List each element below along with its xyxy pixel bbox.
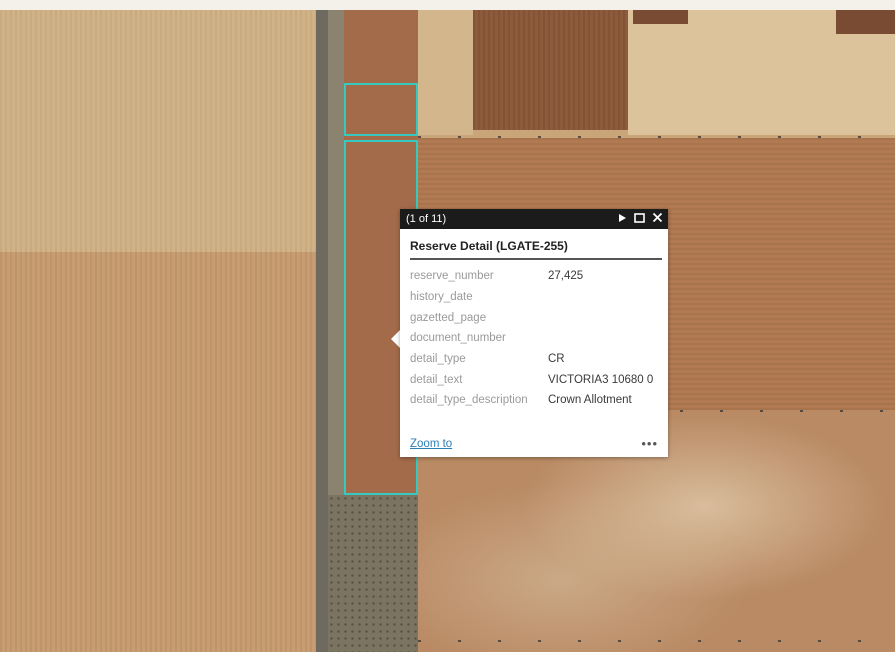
attribute-table: reserve_number 27,425 history_date gazetted…	[410, 266, 653, 411]
attribute-key: reserve_number	[410, 270, 494, 283]
top-edge-strip	[0, 0, 895, 10]
next-feature-icon[interactable]	[618, 213, 627, 226]
popup-titlebar: (1 of 11)	[400, 209, 668, 229]
popup-title: Reserve Detail (LGATE-255)	[410, 239, 662, 260]
attribute-key: detail_type	[410, 353, 466, 366]
more-actions-icon[interactable]: •••	[641, 436, 658, 451]
attribute-row: detail_type CR	[410, 349, 653, 370]
attribute-value: 27,425	[548, 270, 584, 283]
attribute-value	[548, 328, 653, 349]
field-dark-right-small	[633, 10, 688, 24]
attribute-key: document_number	[410, 332, 506, 345]
field-dark-right-top	[836, 10, 895, 34]
attribute-key: gazetted_page	[410, 311, 487, 324]
attribute-value: CR	[548, 353, 565, 366]
field-dark-top	[473, 0, 628, 130]
field-top-center	[418, 0, 473, 135]
bush-block	[328, 495, 418, 652]
attribute-key: detail_type_description	[410, 394, 528, 407]
attribute-key: detail_text	[410, 373, 463, 386]
fence-line	[680, 410, 895, 412]
attribute-value	[548, 307, 653, 328]
attribute-value: Crown Allotment	[548, 394, 632, 407]
highlighted-parcel-small[interactable]	[344, 83, 418, 136]
attribute-row: document_number	[410, 328, 653, 349]
popup-footer: Zoom to •••	[410, 436, 658, 451]
attribute-row: history_date	[410, 287, 653, 308]
feature-counter: (1 of 11)	[406, 213, 447, 225]
attribute-value	[548, 287, 653, 308]
attribute-row: detail_type_description Crown Allotment	[410, 390, 653, 411]
field-left-lower	[0, 252, 316, 652]
feature-popup: (1 of 11) Reserve Detail (LGATE-255) res…	[400, 209, 668, 457]
attribute-value: VICTORIA3 10680 0	[548, 373, 654, 386]
attribute-row: gazetted_page	[410, 307, 653, 328]
field-left-upper	[0, 0, 316, 252]
attribute-row: reserve_number 27,425	[410, 266, 653, 287]
fence-line	[418, 136, 895, 138]
attribute-row: detail_text VICTORIA3 10680 0	[410, 369, 653, 390]
close-icon[interactable]	[652, 212, 663, 226]
road-vertical	[316, 0, 328, 652]
zoom-to-link[interactable]: Zoom to	[410, 438, 452, 450]
fence-line	[418, 640, 895, 642]
attribute-key: history_date	[410, 291, 473, 304]
maximize-icon[interactable]	[634, 212, 645, 226]
